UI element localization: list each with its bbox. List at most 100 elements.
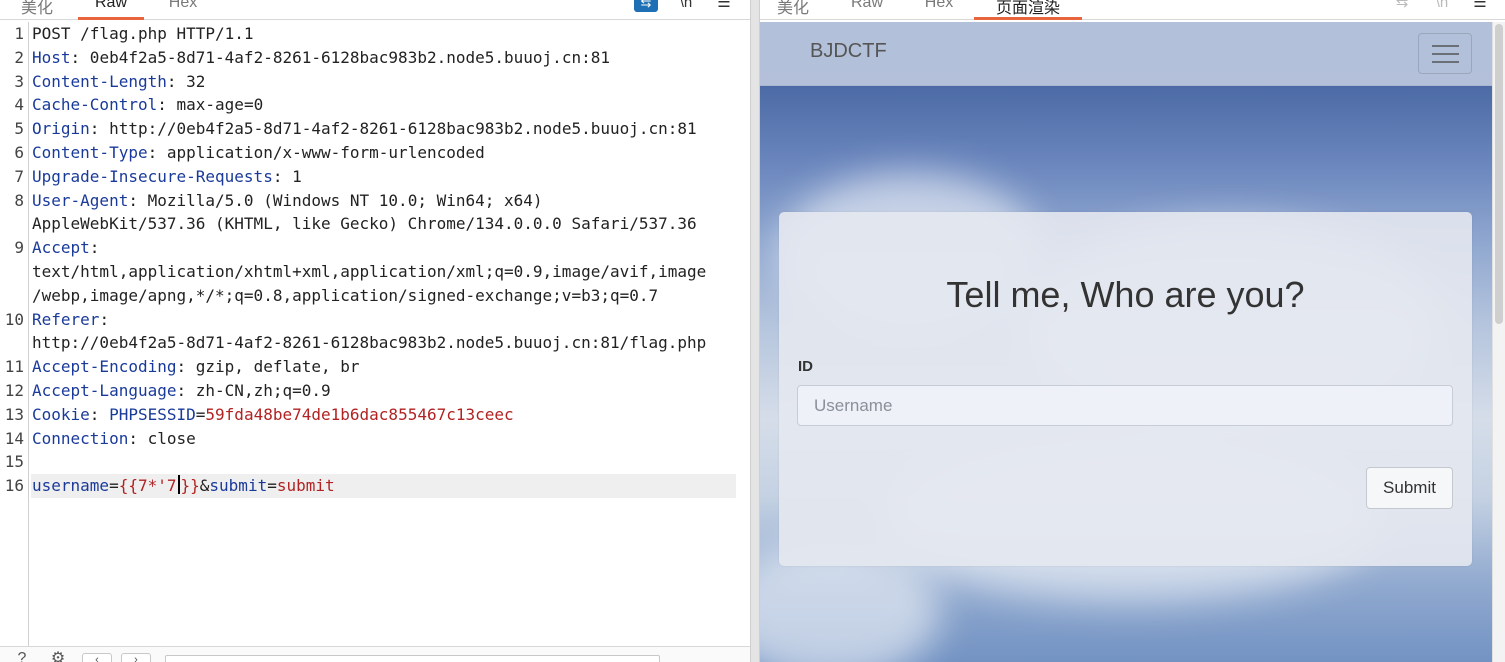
header-line: Referer: [32,309,110,329]
vertical-scrollbar[interactable] [1492,22,1505,662]
header-continuation: http://0eb4f2a5-8d71-4af2-8261-6128bac98… [32,331,706,355]
line-number: 6 [14,143,24,162]
header-line: Accept-Encoding: gzip, deflate, br [32,357,360,377]
header-key: Connection [32,428,129,448]
header-line: Content-Length: 32 [32,71,206,91]
tab-raw[interactable]: Raw [848,0,886,18]
id-label: ID [798,358,813,375]
tab-pretty[interactable]: 美化 [774,0,812,18]
header-value: /webp,image/apng,*/*;q=0.8,application/s… [32,285,659,305]
header-line: Cache-Control: max-age=0 [32,95,264,115]
body-param-value: }} [180,476,200,496]
settings-icon[interactable]: ⚙ [46,651,70,662]
line-number: 15 [4,452,24,472]
tab-raw[interactable]: Raw [78,0,144,20]
header-line: Content-Type: application/x-www-form-url… [32,143,485,162]
hamburger-icon [1432,45,1459,47]
header-line: Upgrade-Insecure-Requests: 1 [32,166,302,186]
username-input[interactable] [797,385,1453,426]
header-key: Host [32,47,71,67]
header-continuation: text/html,application/xhtml+xml,applicat… [32,260,706,284]
panel-splitter[interactable] [750,0,760,662]
wrap-toggle-icon[interactable]: ⇆ [1390,0,1414,12]
line-number: 16 [4,476,24,496]
request-line: POST /flag.php HTTP/1.1 [32,22,254,46]
header-key: Accept-Encoding [32,357,177,377]
tab-hex[interactable]: Hex [920,0,958,18]
rendered-page-viewport: BJDCTF Tell me, Who are you? ID Submit [760,22,1492,662]
tab-render[interactable]: 页面渲染 [974,0,1082,20]
menu-icon[interactable]: ☰ [712,0,736,12]
header-value: text/html,application/xhtml+xml,applicat… [32,262,707,281]
line-number-gutter: 1 2 3 4 5 6 7 8 9 10 11 12 13 14 15 16 [0,22,29,646]
header-key: User-Agent [32,190,129,210]
header-key: Upgrade-Insecure-Requests [32,166,273,186]
hamburger-icon [1432,53,1459,55]
help-icon[interactable]: ? [10,651,34,662]
body-param-name: username [32,476,110,496]
header-value: max-age=0 [166,95,264,115]
line-number: 4 [14,95,24,115]
line-number: 7 [14,166,24,186]
line-number: 1 [14,24,24,43]
wrap-toggle-icon[interactable]: ⇆ [634,0,658,12]
body-separator: & [199,476,210,496]
submit-button[interactable]: Submit [1366,467,1453,509]
line-number: 8 [14,190,24,210]
menu-icon[interactable]: ☰ [1468,0,1492,12]
header-key: Accept [32,238,90,258]
cookie-name: PHPSESSID [109,404,196,424]
header-value: 32 [176,71,206,91]
header-key: Content-Length [32,71,167,91]
header-line: Host: 0eb4f2a5-8d71-4af2-8261-6128bac983… [32,47,610,67]
line-number: 12 [4,381,24,400]
header-key: Cookie [32,404,90,424]
request-body-line: username={{7*'7}}&submit=submit [31,474,736,499]
request-tab-bar: 美化 Raw Hex ⇆ \n ☰ [0,0,750,20]
header-value: 0eb4f2a5-8d71-4af2-8261-6128bac983b2.nod… [80,47,610,67]
response-render-panel: 美化 Raw Hex 页面渲染 ⇆ \n ☰ BJDCTF Tell me, W… [760,0,1505,662]
site-brand[interactable]: BJDCTF [810,40,887,63]
header-value: AppleWebKit/537.36 (KHTML, like Gecko) C… [32,214,697,234]
header-key: Referer [32,309,100,329]
page-heading: Tell me, Who are you? [946,274,1305,315]
header-key: Cache-Control [32,95,158,115]
header-continuation: AppleWebKit/537.36 (KHTML, like Gecko) C… [32,212,697,236]
tab-hex[interactable]: Hex [164,0,202,18]
body-param-name: submit [209,476,268,496]
line-number: 11 [4,357,24,377]
line-number: 3 [14,71,24,91]
header-value: gzip, deflate, br [186,357,360,377]
header-value: http://0eb4f2a5-8d71-4af2-8261-6128bac98… [32,333,707,353]
header-line: Cookie: PHPSESSID=59fda48be74de1b6dac855… [32,404,514,424]
cookie-value: 59fda48be74de1b6dac855467c13ceec [205,404,514,424]
header-line: User-Agent: Mozilla/5.0 (Windows NT 10.0… [32,190,543,210]
editor-bottom-bar: ? ⚙ ‹ › [0,646,750,662]
search-input[interactable] [165,655,660,662]
text-caret [177,475,180,495]
header-line: Origin: http://0eb4f2a5-8d71-4af2-8261-6… [32,119,697,139]
newline-icon[interactable]: \n [674,0,698,12]
response-tab-bar: 美化 Raw Hex 页面渲染 ⇆ \n ☰ [760,0,1505,20]
forward-icon[interactable]: › [121,653,151,662]
login-card: Tell me, Who are you? ID Submit [779,212,1472,566]
header-line: Connection: close [32,428,196,448]
body-param-value: {{7*'7 [118,476,177,496]
header-continuation: /webp,image/apng,*/*;q=0.8,application/s… [32,284,658,308]
header-value: http://0eb4f2a5-8d71-4af2-8261-6128bac98… [99,119,697,139]
line-number: 10 [4,309,24,329]
back-icon[interactable]: ‹ [82,653,112,662]
scrollbar-thumb[interactable] [1495,24,1503,324]
line-number: 5 [14,119,24,139]
tab-pretty[interactable]: 美化 [18,0,56,18]
menu-toggle-button[interactable] [1418,33,1472,74]
hamburger-icon [1432,61,1459,63]
newline-icon[interactable]: \n [1430,0,1454,12]
header-value: zh-CN,zh;q=0.9 [186,381,331,400]
header-line: Accept: [32,238,100,258]
request-method-line: POST /flag.php HTTP/1.1 [32,24,254,43]
header-key: Content-Type [32,143,148,162]
line-number: 14 [4,428,24,448]
header-value: 1 [282,166,302,186]
request-raw-editor[interactable]: POST /flag.php HTTP/1.1 Host: 0eb4f2a5-8… [31,22,742,522]
